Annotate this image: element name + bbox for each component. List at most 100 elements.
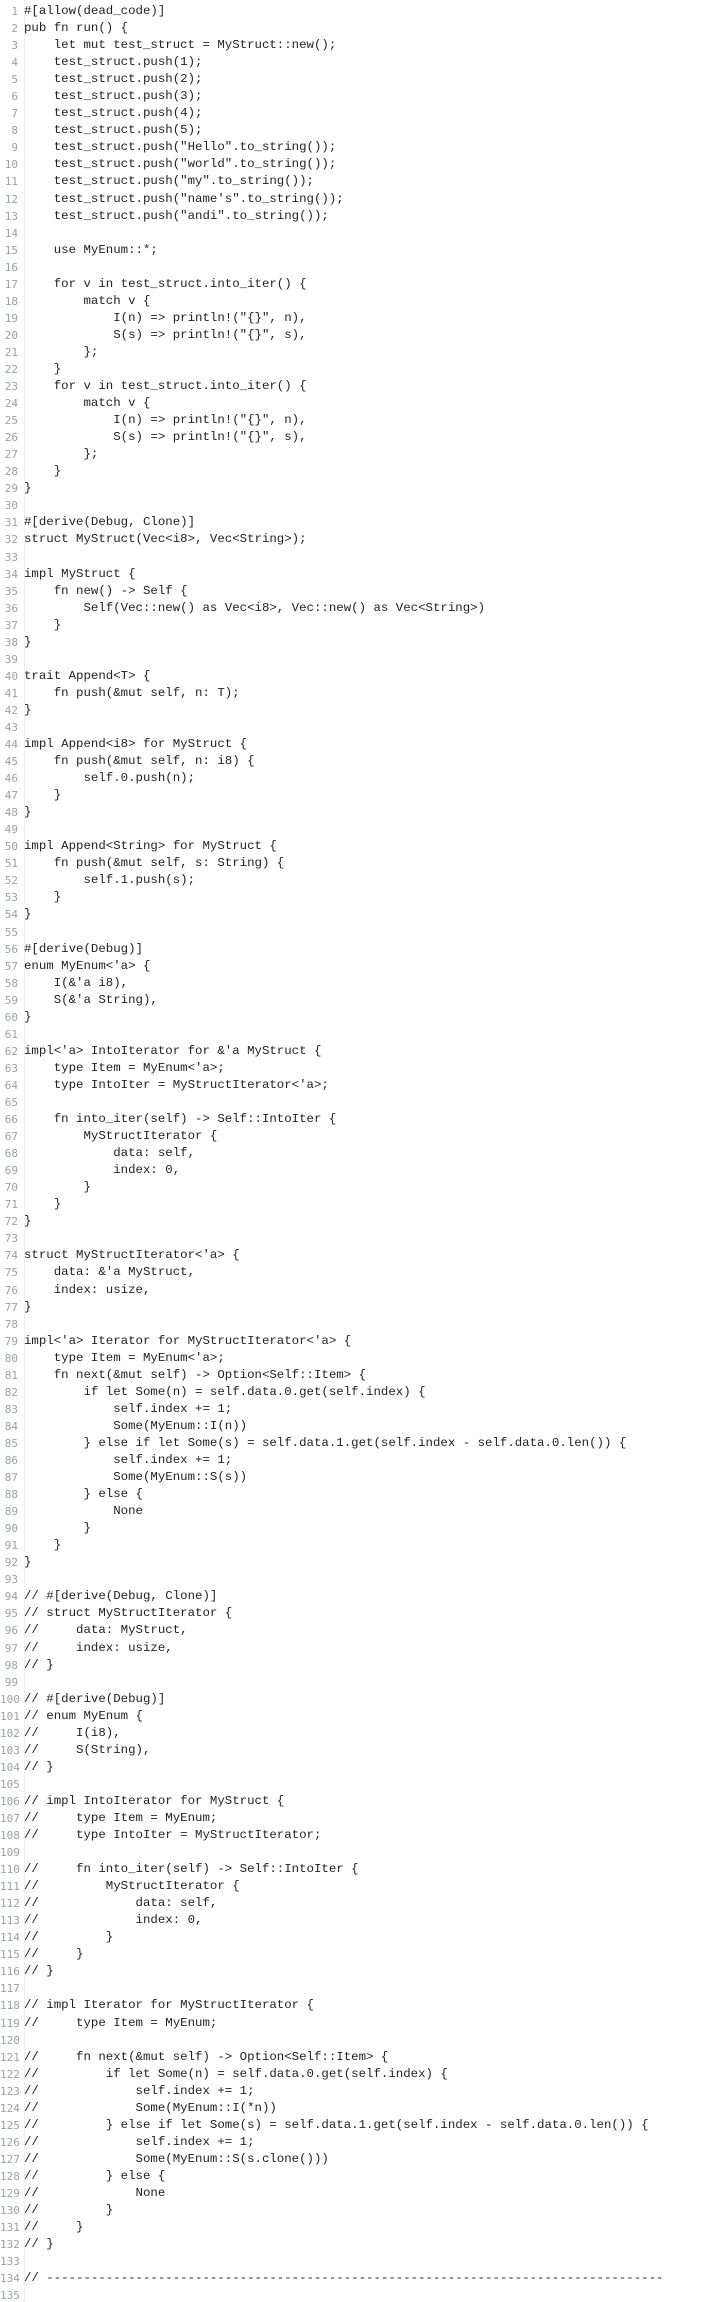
code-line[interactable]: 30 (0, 497, 712, 514)
code-line[interactable]: 113 // index: 0, (0, 1912, 712, 1929)
code-line[interactable]: 110 // fn into_iter(self) -> Self::IntoIt… (0, 1861, 712, 1878)
code-line[interactable]: 100 // #[derive(Debug)] (0, 1691, 712, 1708)
code-line[interactable]: 111 // MyStructIterator { (0, 1878, 712, 1895)
code-line[interactable]: 17 for v in test_struct.into_iter() { (0, 276, 712, 293)
code-line[interactable]: 104 // } (0, 1759, 712, 1776)
code-line[interactable]: 24 match v { (0, 395, 712, 412)
code-line[interactable]: 101 // enum MyEnum { (0, 1708, 712, 1725)
code-line[interactable]: 1 #[allow(dead_code)] (0, 3, 712, 20)
code-line[interactable]: 86 self.index += 1; (0, 1452, 712, 1469)
code-line[interactable]: 89 None (0, 1503, 712, 1520)
code-line[interactable]: 28 } (0, 463, 712, 480)
code-line[interactable]: 83 self.index += 1; (0, 1401, 712, 1418)
code-line[interactable]: 32 struct MyStruct(Vec<i8>, Vec<String>); (0, 531, 712, 548)
code-line[interactable]: 91 } (0, 1537, 712, 1554)
code-line[interactable]: 122 // if let Some(n) = self.data.0.get(s… (0, 2066, 712, 2083)
code-line[interactable]: 105 (0, 1776, 712, 1793)
code-line[interactable]: 16 (0, 259, 712, 276)
code-line[interactable]: 102 // I(i8), (0, 1725, 712, 1742)
code-line[interactable]: 20 S(s) => println!("{}", s), (0, 327, 712, 344)
code-line[interactable]: 5 test_struct.push(2); (0, 71, 712, 88)
code-line[interactable]: 62 impl<'a> IntoIterator for &'a MyStruct… (0, 1043, 712, 1060)
code-line[interactable]: 48} (0, 804, 712, 821)
code-line[interactable]: 43 (0, 719, 712, 736)
code-line[interactable]: 19 I(n) => println!("{}", n), (0, 310, 712, 327)
code-line[interactable]: 98 // } (0, 1657, 712, 1674)
code-line[interactable]: 76 index: usize, (0, 1282, 712, 1299)
code-line[interactable]: 15 use MyEnum::*; (0, 242, 712, 259)
code-line[interactable]: 4 test_struct.push(1); (0, 54, 712, 71)
code-line[interactable]: 99 (0, 1674, 712, 1691)
code-line[interactable]: 87 Some(MyEnum::S(s)) (0, 1469, 712, 1486)
code-line[interactable]: 96 // data: MyStruct, (0, 1622, 712, 1639)
code-line[interactable]: 74 struct MyStructIterator<'a> { (0, 1247, 712, 1264)
code-line[interactable]: 80 type Item = MyEnum<'a>; (0, 1350, 712, 1367)
code-line[interactable]: 41 fn push(&mut self, n: T); (0, 685, 712, 702)
code-line[interactable]: 115 // } (0, 1946, 712, 1963)
code-line[interactable]: 126 // self.index += 1; (0, 2134, 712, 2151)
code-line[interactable]: 77} (0, 1299, 712, 1316)
code-line[interactable]: 69 index: 0, (0, 1162, 712, 1179)
code-line[interactable]: 10 test_struct.push("world".to_string())… (0, 156, 712, 173)
code-line[interactable]: 44 impl Append<i8> for MyStruct { (0, 736, 712, 753)
code-line[interactable]: 51 fn push(&mut self, s: String) { (0, 855, 712, 872)
code-line[interactable]: 13 test_struct.push("andi".to_string()); (0, 208, 712, 225)
code-line[interactable]: 119 // type Item = MyEnum; (0, 2015, 712, 2032)
code-line[interactable]: 125 // } else if let Some(s) = self.data.… (0, 2117, 712, 2134)
code-line[interactable]: 106 // impl IntoIterator for MyStruct { (0, 1793, 712, 1810)
code-line[interactable]: 121 // fn next(&mut self) -> Option<Self:… (0, 2049, 712, 2066)
code-line[interactable]: 61 (0, 1026, 712, 1043)
code-line[interactable]: 109 (0, 1844, 712, 1861)
code-line[interactable]: 116 // } (0, 1963, 712, 1980)
code-line[interactable]: 9 test_struct.push("Hello".to_string()); (0, 139, 712, 156)
code-line[interactable]: 118 // impl Iterator for MyStructIterator… (0, 1997, 712, 2014)
code-line[interactable]: 120 (0, 2032, 712, 2049)
code-line[interactable]: 3 let mut test_struct = MyStruct::new(); (0, 37, 712, 54)
code-line[interactable]: 54} (0, 906, 712, 923)
code-line[interactable]: 107 // type Item = MyEnum; (0, 1810, 712, 1827)
code-line[interactable]: 93 (0, 1571, 712, 1588)
code-line[interactable]: 37 } (0, 617, 712, 634)
code-line[interactable]: 21 }; (0, 344, 712, 361)
code-line[interactable]: 117 (0, 1980, 712, 1997)
code-line[interactable]: 90 } (0, 1520, 712, 1537)
code-line[interactable]: 14 (0, 225, 712, 242)
code-line[interactable]: 56 #[derive(Debug)] (0, 941, 712, 958)
code-line[interactable]: 2 pub fn run() { (0, 20, 712, 37)
code-line[interactable]: 6 test_struct.push(3); (0, 88, 712, 105)
code-line[interactable]: 135 (0, 2287, 712, 2302)
code-line[interactable]: 92} (0, 1554, 712, 1571)
code-line[interactable]: 131 // } (0, 2219, 712, 2236)
code-line[interactable]: 29} (0, 480, 712, 497)
code-line[interactable]: 52 self.1.push(s); (0, 872, 712, 889)
code-line[interactable]: 85 } else if let Some(s) = self.data.1.g… (0, 1435, 712, 1452)
code-line[interactable]: 79 impl<'a> Iterator for MyStructIterator… (0, 1333, 712, 1350)
code-line[interactable]: 71 } (0, 1196, 712, 1213)
code-line[interactable]: 70 } (0, 1179, 712, 1196)
code-line[interactable]: 134 // ----------------------------------… (0, 2270, 712, 2287)
code-line[interactable]: 23 for v in test_struct.into_iter() { (0, 378, 712, 395)
code-line[interactable]: 67 MyStructIterator { (0, 1128, 712, 1145)
code-line[interactable]: 50 impl Append<String> for MyStruct { (0, 838, 712, 855)
code-line[interactable]: 78 (0, 1316, 712, 1333)
code-line[interactable]: 75 data: &'a MyStruct, (0, 1264, 712, 1281)
code-line[interactable]: 114 // } (0, 1929, 712, 1946)
code-line[interactable]: 127 // Some(MyEnum::S(s.clone())) (0, 2151, 712, 2168)
code-line[interactable]: 58 I(&'a i8), (0, 975, 712, 992)
code-line[interactable]: 34 impl MyStruct { (0, 566, 712, 583)
code-line[interactable]: 103 // S(String), (0, 1742, 712, 1759)
code-line[interactable]: 47 } (0, 787, 712, 804)
code-line[interactable]: 57 enum MyEnum<'a> { (0, 958, 712, 975)
code-line[interactable]: 133 (0, 2253, 712, 2270)
code-line[interactable]: 95 // struct MyStructIterator { (0, 1605, 712, 1622)
code-line[interactable]: 88 } else { (0, 1486, 712, 1503)
code-line[interactable]: 7 test_struct.push(4); (0, 105, 712, 122)
code-line[interactable]: 49 (0, 821, 712, 838)
code-line[interactable]: 8 test_struct.push(5); (0, 122, 712, 139)
code-line[interactable]: 36 Self(Vec::new() as Vec<i8>, Vec::new(… (0, 600, 712, 617)
code-line[interactable]: 94 // #[derive(Debug, Clone)] (0, 1588, 712, 1605)
code-line[interactable]: 35 fn new() -> Self { (0, 583, 712, 600)
code-line[interactable]: 84 Some(MyEnum::I(n)) (0, 1418, 712, 1435)
code-line[interactable]: 81 fn next(&mut self) -> Option<Self::It… (0, 1367, 712, 1384)
code-line[interactable]: 129 // None (0, 2185, 712, 2202)
